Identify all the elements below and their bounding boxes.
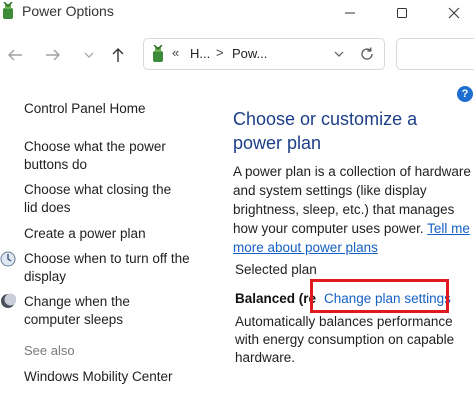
minimize-icon[interactable] (330, 0, 370, 26)
page-title: Choose or customize a power plan (233, 109, 418, 153)
sidebar-item-power-buttons[interactable]: Choose what the power buttons do (24, 138, 174, 174)
search-input[interactable] (396, 38, 474, 70)
maximize-icon[interactable] (382, 0, 422, 26)
selected-plan-label: Selected plan (235, 262, 317, 277)
display-clock-icon (0, 251, 16, 267)
help-icon[interactable]: ? (457, 86, 473, 102)
back-arrow-icon[interactable] (4, 42, 26, 68)
sidebar-item-control-panel-home[interactable]: Control Panel Home (24, 100, 202, 118)
chevron-down-icon[interactable] (78, 42, 100, 68)
close-icon[interactable] (434, 0, 474, 26)
sidebar-item-closing-lid[interactable]: Choose what closing the lid does (24, 181, 184, 217)
sidebar-item-create-power-plan[interactable]: Create a power plan (24, 225, 202, 243)
plan-name[interactable]: Balanced (re (235, 291, 316, 306)
address-bar[interactable]: « H... > Pow... (143, 38, 385, 70)
see-also-heading: See also (24, 343, 75, 358)
highlight-box (310, 279, 449, 313)
address-overflow[interactable]: « (172, 45, 179, 60)
sidebar-item-computer-sleeps[interactable]: Change when the computer sleeps (24, 293, 189, 329)
refresh-icon[interactable] (356, 43, 378, 65)
moon-icon (0, 293, 17, 309)
sidebar-item-turn-off-display[interactable]: Choose when to turn off the display (24, 250, 194, 286)
power-options-icon (0, 1, 16, 20)
navigation-bar: « H... > Pow... (0, 34, 474, 76)
window-title: Power Options (22, 3, 114, 19)
sidebar-item-windows-mobility-center[interactable]: Windows Mobility Center (24, 368, 202, 386)
page-description: A power plan is a collection of hardware… (233, 162, 471, 257)
address-dropdown-icon[interactable] (330, 44, 348, 64)
breadcrumb-segment[interactable]: Pow... (232, 46, 267, 61)
plan-description: Automatically balances performance with … (235, 314, 455, 365)
up-arrow-icon[interactable] (107, 42, 129, 68)
breadcrumb-segment[interactable]: H... (190, 46, 210, 61)
breadcrumb-separator: > (216, 45, 224, 60)
power-options-icon (150, 44, 166, 63)
forward-arrow-icon[interactable] (42, 42, 64, 68)
title-bar: Power Options (0, 0, 474, 26)
